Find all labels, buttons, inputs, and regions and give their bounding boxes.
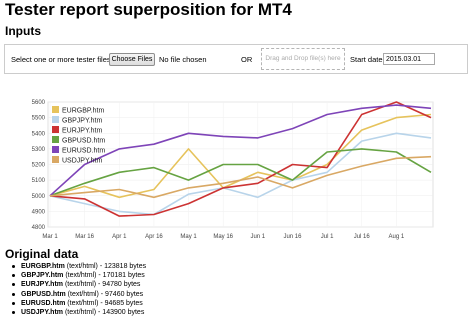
equity-chart: 4800 4900 5000 5100 5200 5300 5400 5500 5600 Mar…: [32, 100, 434, 240]
y-tick-label: 4800: [32, 225, 46, 231]
x-tick-label: Jul 1: [321, 234, 334, 240]
x-tick-label: Apr 16: [145, 234, 163, 240]
legend-label: EURJPY.htm: [62, 128, 102, 135]
start-date-label: Start date:: [350, 55, 385, 64]
x-tick-label: Mar 16: [75, 234, 94, 240]
file-detail: (text/html) - 170181 bytes: [63, 272, 145, 280]
drop-zone[interactable]: Drag and Drop file(s) here: [261, 48, 345, 70]
x-tick-label: Jun 16: [283, 234, 302, 240]
y-tick-label: 5100: [32, 178, 46, 184]
y-tick-label: 5200: [32, 163, 46, 169]
original-files-list: EURGBP.htm (text/html) - 123818 bytes GB…: [10, 262, 146, 317]
file-detail: (text/html) - 143900 bytes: [63, 309, 145, 317]
legend-label: GBPJPY.htm: [62, 118, 103, 125]
y-tick-label: 5300: [32, 147, 46, 153]
file-name: EURJPY.htm: [21, 281, 64, 289]
file-name: GBPUSD.htm: [21, 290, 66, 298]
choose-files-button[interactable]: Choose Files: [109, 53, 155, 66]
y-tick-label: 5500: [32, 116, 46, 122]
inputs-panel: Select one or more tester files: Choose …: [4, 44, 468, 74]
list-item: EURGBP.htm (text/html) - 123818 bytes: [10, 262, 146, 271]
list-item: EURUSD.htm (text/html) - 94685 bytes: [10, 299, 146, 308]
y-tick-label: 4900: [32, 209, 46, 215]
list-item: EURJPY.htm (text/html) - 94780 bytes: [10, 280, 146, 289]
x-axis: Mar 1 Mar 16 Apr 1 Apr 16 May 1 May 16 Jun 1 Ju…: [42, 234, 405, 240]
list-item: USDJPY.htm (text/html) - 143900 bytes: [10, 308, 146, 317]
select-files-label: Select one or more tester files:: [11, 55, 113, 64]
start-date-input[interactable]: [383, 53, 435, 65]
y-axis: 4800 4900 5000 5100 5200 5300 5400 5500 5600: [32, 100, 46, 231]
y-tick-label: 5600: [32, 100, 46, 106]
legend-swatch: [52, 106, 59, 113]
x-tick-label: Jun 1: [250, 234, 265, 240]
file-detail: (text/html) - 94685 bytes: [65, 299, 143, 307]
file-detail: (text/html) - 123818 bytes: [64, 263, 147, 270]
file-name: GBPJPY.htm: [21, 272, 64, 280]
file-detail: (text/html) - 94780 bytes: [63, 281, 141, 289]
legend-swatch: [52, 126, 59, 133]
file-detail: (text/html) - 97460 bytes: [65, 290, 144, 298]
no-file-chosen-text: No file chosen: [159, 55, 207, 64]
legend-label: GBPUSD.htm: [62, 138, 105, 145]
y-tick-label: 5400: [32, 131, 46, 137]
legend-label: EURGBP.htm: [62, 108, 104, 115]
y-tick-label: 5000: [32, 194, 46, 200]
file-name: EURUSD.htm: [21, 299, 66, 307]
x-tick-label: May 1: [180, 234, 197, 240]
list-item: GBPUSD.htm (text/html) - 97460 bytes: [10, 290, 146, 299]
legend-label: EURUSD.htm: [62, 148, 105, 155]
or-text: OR: [241, 55, 253, 64]
page-title: Tester report superposition for MT4: [5, 0, 292, 19]
x-tick-label: Mar 1: [42, 234, 58, 240]
original-data-heading: Original data: [5, 247, 79, 261]
list-item: GBPJPY.htm (text/html) - 170181 bytes: [10, 271, 146, 280]
legend-swatch: [52, 136, 59, 143]
legend-swatch: [52, 146, 59, 153]
legend-swatch: [52, 116, 59, 123]
x-tick-label: May 16: [213, 234, 233, 240]
x-tick-label: Apr 1: [112, 234, 127, 240]
x-tick-label: Jul 16: [354, 234, 371, 240]
legend-label: USDJPY.htm: [62, 158, 102, 165]
inputs-heading: Inputs: [5, 24, 41, 38]
legend-swatch: [52, 156, 59, 163]
file-name: EURGBP.htm: [21, 263, 65, 270]
file-name: USDJPY.htm: [21, 309, 64, 317]
x-tick-label: Aug 1: [389, 234, 405, 240]
